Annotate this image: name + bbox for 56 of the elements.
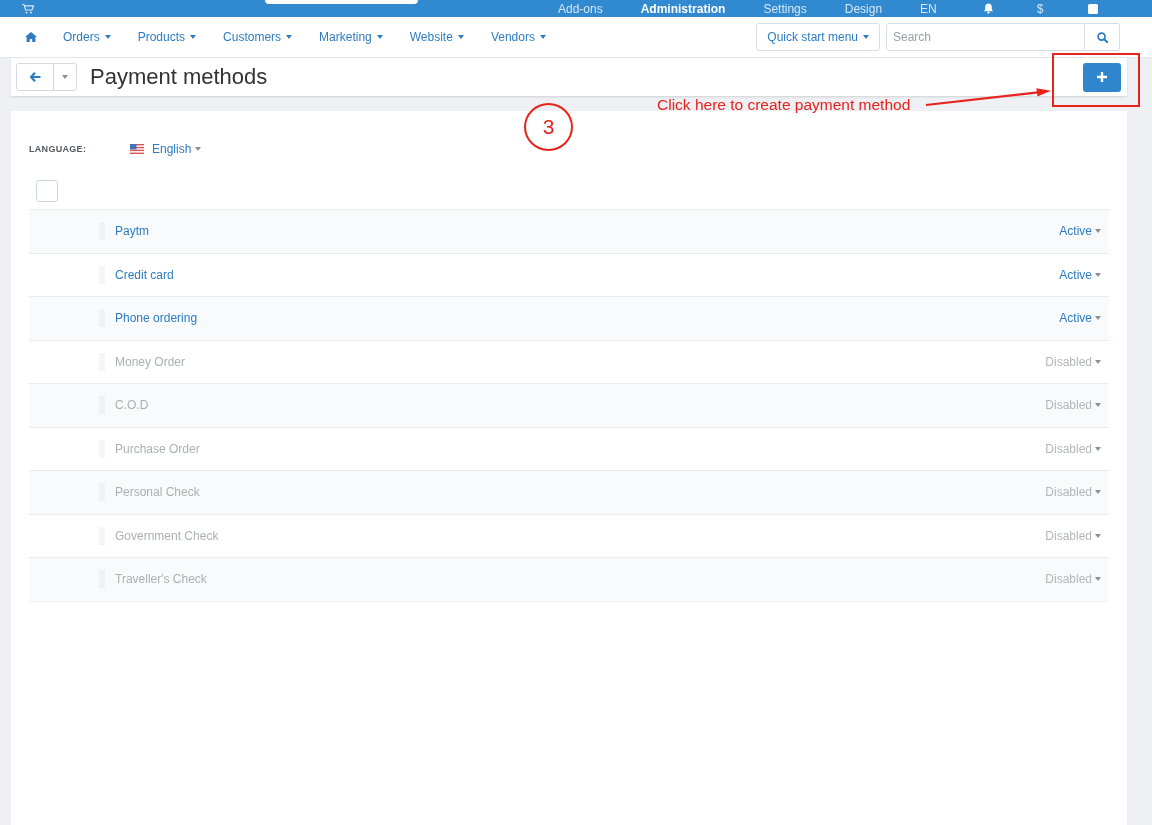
status-dropdown[interactable]: Active (1059, 311, 1101, 326)
add-button[interactable] (1083, 62, 1121, 92)
caret-icon (190, 35, 197, 39)
bell-icon[interactable] (982, 3, 994, 14)
page-title: Payment methods (90, 64, 268, 90)
nav-menu-item[interactable]: Vendors (490, 30, 546, 44)
payment-method-link[interactable]: Credit card (115, 267, 174, 282)
caret-icon (1095, 490, 1101, 495)
checkbox[interactable] (36, 180, 58, 202)
payment-method-link[interactable]: Paytm (115, 224, 149, 239)
nav-menu-item[interactable]: Marketing (319, 30, 383, 44)
caret-icon (104, 35, 111, 39)
quick-start-button[interactable]: Quick start menu (756, 23, 880, 51)
caret-icon (1095, 577, 1101, 582)
caret-icon (195, 147, 202, 151)
search-field[interactable]: Search (886, 23, 1085, 51)
nav-menu-item[interactable]: Orders (63, 30, 111, 44)
payment-method-link[interactable]: Phone ordering (115, 311, 198, 326)
flag-icon (130, 144, 144, 154)
step-number: 3 (524, 103, 573, 151)
nav-menu-item[interactable]: Customers (223, 30, 293, 44)
language-label: LANGUAGE: (29, 144, 88, 154)
search-button[interactable] (1085, 23, 1120, 51)
currency-selector[interactable]: $ (1036, 1, 1044, 16)
caret-icon (539, 35, 546, 39)
caret-icon (1095, 533, 1101, 538)
caret-icon (376, 35, 383, 39)
plus-icon (1097, 72, 1107, 82)
caret-icon (286, 35, 293, 39)
caret-icon (1095, 403, 1101, 408)
top-menu-item[interactable]: EN (920, 1, 937, 16)
caret-icon (1095, 316, 1101, 321)
caret-icon (1095, 272, 1101, 277)
top-search-field[interactable] (265, 0, 418, 4)
top-menu-item[interactable]: Settings (763, 1, 807, 16)
caret-icon (1095, 359, 1101, 364)
caret-icon (457, 35, 464, 39)
cart-icon[interactable] (22, 3, 34, 14)
search-icon (1096, 31, 1108, 43)
status-dropdown[interactable]: Active (1059, 224, 1101, 239)
arrow-left-icon (29, 72, 41, 82)
home-icon[interactable] (25, 32, 37, 42)
nav-menu-item[interactable]: Products (137, 30, 197, 44)
caret-icon (1095, 229, 1101, 234)
status-dropdown[interactable]: Active (1059, 267, 1101, 282)
top-menu-item[interactable]: Administration (640, 1, 726, 16)
caret-icon (1095, 446, 1101, 451)
square-icon[interactable] (1088, 3, 1099, 14)
top-menu-item[interactable]: Design (844, 1, 883, 16)
callout-text: Click here to create payment method (657, 96, 911, 114)
language-selector[interactable]: English (130, 142, 202, 156)
caret-icon (863, 35, 869, 39)
dropdown-button[interactable] (53, 64, 76, 90)
top-menu-item[interactable]: Add-ons (558, 1, 603, 16)
nav-menu-item[interactable]: Website (409, 30, 464, 44)
caret-icon (62, 75, 68, 79)
